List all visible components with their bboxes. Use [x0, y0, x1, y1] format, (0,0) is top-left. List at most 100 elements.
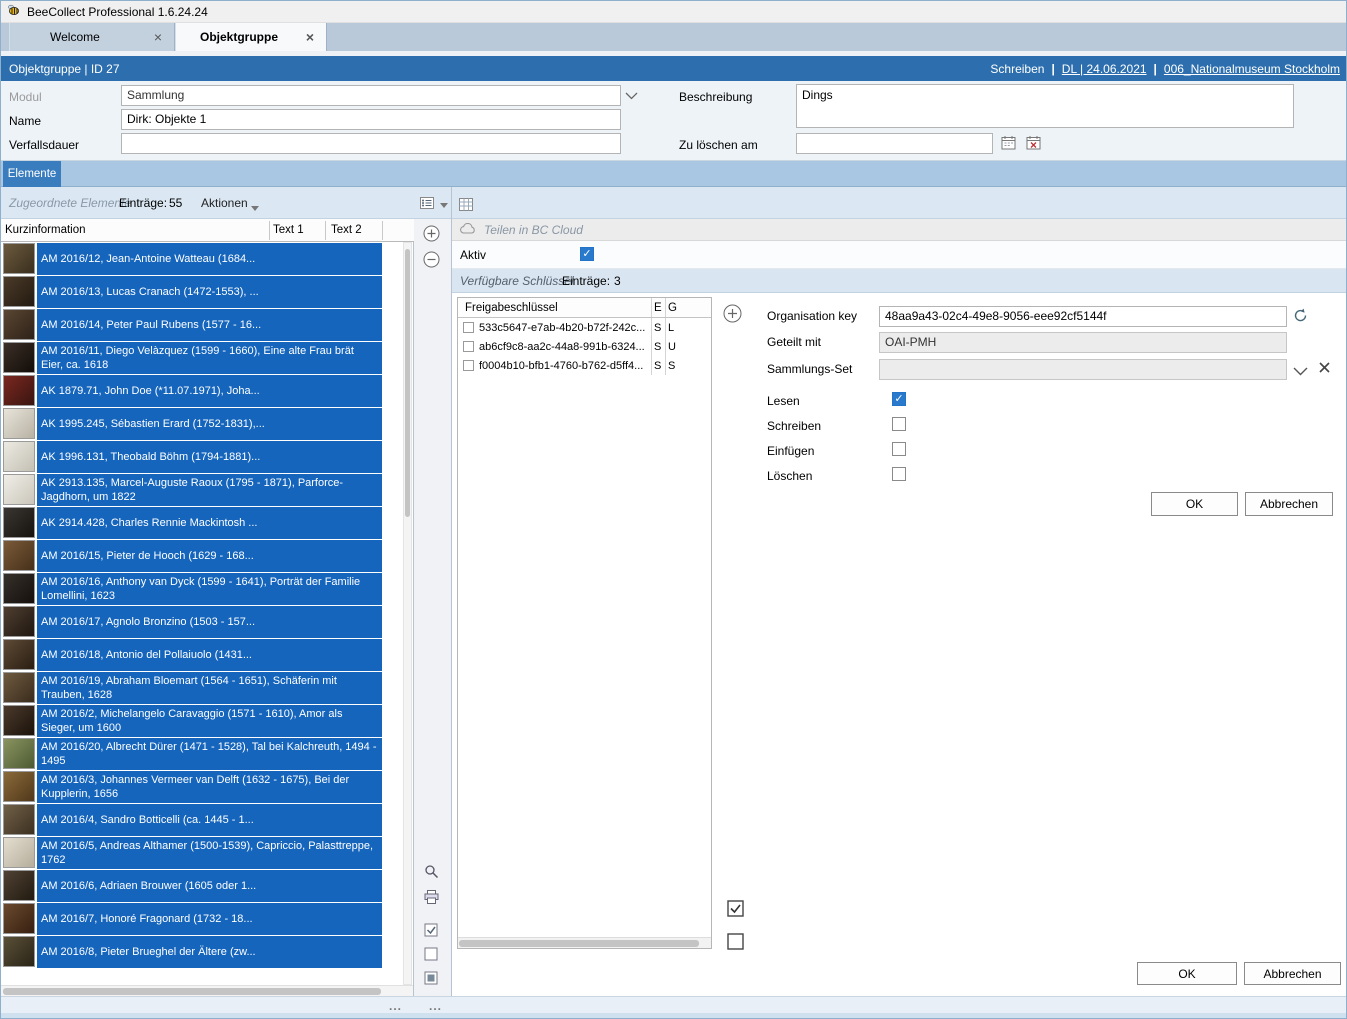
beschreibung-textarea[interactable]: Dings	[796, 84, 1294, 128]
chevron-down-icon[interactable]	[625, 89, 638, 103]
search-icon[interactable]	[421, 861, 441, 881]
tab-welcome[interactable]: Welcome ×	[9, 23, 175, 51]
element-thumbnail	[3, 342, 35, 373]
add-key-icon[interactable]	[722, 303, 742, 323]
column-g[interactable]: G	[665, 298, 679, 317]
element-row[interactable]: AM 2016/14, Peter Paul Rubens (1577 - 16…	[1, 308, 401, 341]
key-row[interactable]: f0004b10-bfb1-4760-b762-d5ff4...SS	[458, 356, 711, 375]
element-row[interactable]: AM 2016/16, Anthony van Dyck (1599 - 164…	[1, 572, 401, 605]
column-text2[interactable]: Text 2	[331, 224, 362, 236]
element-row[interactable]: AK 2914.428, Charles Rennie Mackintosh .…	[1, 506, 401, 539]
chevron-down-icon[interactable]	[1293, 365, 1308, 379]
column-freigabeschluessel[interactable]: Freigabeschlüssel	[465, 302, 651, 314]
chevron-down-icon[interactable]	[251, 200, 259, 214]
permission-checkbox[interactable]	[892, 467, 906, 481]
modul-select[interactable]: Sammlung	[121, 85, 621, 106]
horizontal-scrollbar[interactable]	[458, 937, 711, 948]
key-checkbox[interactable]	[463, 322, 474, 333]
cancel-button[interactable]: Abbrechen	[1245, 492, 1333, 516]
element-thumbnail	[3, 870, 35, 901]
tab-welcome-label: Welcome	[50, 30, 152, 44]
scrollbar-thumb[interactable]	[405, 249, 410, 517]
select-checked-icon[interactable]	[421, 968, 441, 988]
element-text: AM 2016/3, Johannes Vermeer van Delft (1…	[37, 771, 382, 803]
key-checkbox[interactable]	[463, 341, 474, 352]
element-row[interactable]: AM 2016/6, Adriaen Brouwer (1605 oder 1.…	[1, 869, 401, 902]
vertical-scrollbar[interactable]	[403, 242, 412, 985]
remove-elements-icon[interactable]	[421, 249, 441, 269]
scrollbar-thumb[interactable]	[3, 988, 381, 995]
element-row[interactable]: AM 2016/11, Diego Velàzquez (1599 - 1660…	[1, 341, 401, 374]
element-thumbnail	[3, 276, 35, 307]
schreiben-link[interactable]: Schreiben	[990, 62, 1044, 76]
geteilt-mit-input[interactable]: OAI-PMH	[879, 332, 1287, 353]
footer-cancel-button[interactable]: Abbrechen	[1244, 962, 1341, 985]
permission-label: Lesen	[767, 394, 800, 408]
sammlungs-set-input[interactable]	[879, 359, 1287, 380]
entries-count: 55	[169, 196, 182, 210]
aktiv-checkbox[interactable]	[580, 247, 594, 261]
close-icon[interactable]: ×	[304, 31, 316, 43]
ok-button[interactable]: OK	[1151, 492, 1238, 516]
column-text1[interactable]: Text 1	[273, 224, 304, 236]
zu-loeschen-input[interactable]	[796, 133, 993, 154]
tab-elemente[interactable]: Elemente	[3, 161, 61, 187]
calendar-clear-icon[interactable]	[1026, 135, 1041, 153]
permission-row: Einfügen	[767, 440, 967, 465]
refresh-icon[interactable]	[1293, 308, 1308, 326]
verfallsdauer-input[interactable]	[121, 133, 621, 154]
check-all-icon[interactable]	[421, 920, 441, 940]
element-row[interactable]: AM 2016/2, Michelangelo Caravaggio (1571…	[1, 704, 401, 737]
element-row[interactable]: AM 2016/20, Albrecht Dürer (1471 - 1528)…	[1, 737, 401, 770]
permission-checkbox[interactable]	[892, 392, 906, 406]
add-elements-icon[interactable]	[421, 223, 441, 243]
deselect-all-keys-icon[interactable]	[725, 931, 745, 951]
tab-objektgruppe[interactable]: Objektgruppe ×	[175, 23, 327, 51]
close-icon[interactable]: ×	[152, 31, 164, 43]
calendar-icon[interactable]	[1001, 135, 1016, 153]
clear-icon[interactable]	[1318, 361, 1331, 377]
download-date-link[interactable]: DL | 24.06.2021	[1062, 62, 1147, 76]
grid-view-icon[interactable]	[456, 194, 476, 214]
element-row[interactable]: AM 2016/4, Sandro Botticelli (ca. 1445 -…	[1, 803, 401, 836]
element-row[interactable]: AM 2016/3, Johannes Vermeer van Delft (1…	[1, 770, 401, 803]
footer-ok-button[interactable]: OK	[1137, 962, 1237, 985]
window-title: BeeCollect Professional 1.6.24.24	[27, 5, 208, 19]
horizontal-scrollbar[interactable]	[1, 985, 413, 996]
permission-checkbox[interactable]	[892, 417, 906, 431]
column-e[interactable]: E	[651, 298, 665, 317]
organisation-link[interactable]: 006_Nationalmuseum Stockholm	[1164, 62, 1340, 76]
organisation-key-input[interactable]: 48aa9a43-02c4-49e8-9056-eee92cf5144f	[879, 306, 1287, 327]
key-checkbox[interactable]	[463, 360, 474, 371]
select-all-keys-icon[interactable]	[725, 898, 745, 918]
element-row[interactable]: AK 1879.71, John Doe (*11.07.1971), Joha…	[1, 374, 401, 407]
separator: |	[1051, 62, 1054, 76]
element-row[interactable]: AM 2016/17, Agnolo Bronzino (1503 - 157.…	[1, 605, 401, 638]
key-row[interactable]: ab6cf9c8-aa2c-44a8-991b-6324...SU	[458, 337, 711, 356]
uncheck-all-icon[interactable]	[421, 944, 441, 964]
name-value: Dirk: Objekte 1	[127, 112, 206, 126]
overflow-ellipsis[interactable]: ...	[429, 999, 442, 1013]
element-row[interactable]: AM 2016/19, Abraham Bloemart (1564 - 165…	[1, 671, 401, 704]
element-row[interactable]: AM 2016/15, Pieter de Hooch (1629 - 168.…	[1, 539, 401, 572]
element-row[interactable]: AK 1995.245, Sébastien Erard (1752-1831)…	[1, 407, 401, 440]
name-input[interactable]: Dirk: Objekte 1	[121, 109, 621, 130]
element-row[interactable]: AM 2016/8, Pieter Brueghel der Ältere (z…	[1, 935, 401, 968]
element-row[interactable]: AM 2016/7, Honoré Fragonard (1732 - 18..…	[1, 902, 401, 935]
element-row[interactable]: AM 2016/13, Lucas Cranach (1472-1553), .…	[1, 275, 401, 308]
aktionen-menu-button[interactable]: Aktionen	[201, 196, 248, 210]
element-row[interactable]: AK 1996.131, Theobald Böhm (1794-1881)..…	[1, 440, 401, 473]
overflow-ellipsis[interactable]: ...	[389, 999, 402, 1013]
element-row[interactable]: AK 2913.135, Marcel-Auguste Raoux (1795 …	[1, 473, 401, 506]
permission-checkbox[interactable]	[892, 442, 906, 456]
element-text: AM 2016/18, Antonio del Pollaiuolo (1431…	[37, 639, 382, 671]
element-row[interactable]: AM 2016/18, Antonio del Pollaiuolo (1431…	[1, 638, 401, 671]
element-row[interactable]: AM 2016/5, Andreas Althamer (1500-1539),…	[1, 836, 401, 869]
permission-label: Schreiben	[767, 419, 821, 433]
element-row[interactable]: AM 2016/12, Jean-Antoine Watteau (1684..…	[1, 242, 401, 275]
column-kurzinformation[interactable]: Kurzinformation	[5, 224, 86, 236]
key-row[interactable]: 533c5647-e7ab-4b20-b72f-242c...SL	[458, 318, 711, 337]
keys-section-header: Verfügbare Schlüssel Einträge: 3	[452, 269, 1347, 293]
scrollbar-thumb[interactable]	[459, 940, 699, 947]
print-icon[interactable]	[421, 887, 441, 907]
